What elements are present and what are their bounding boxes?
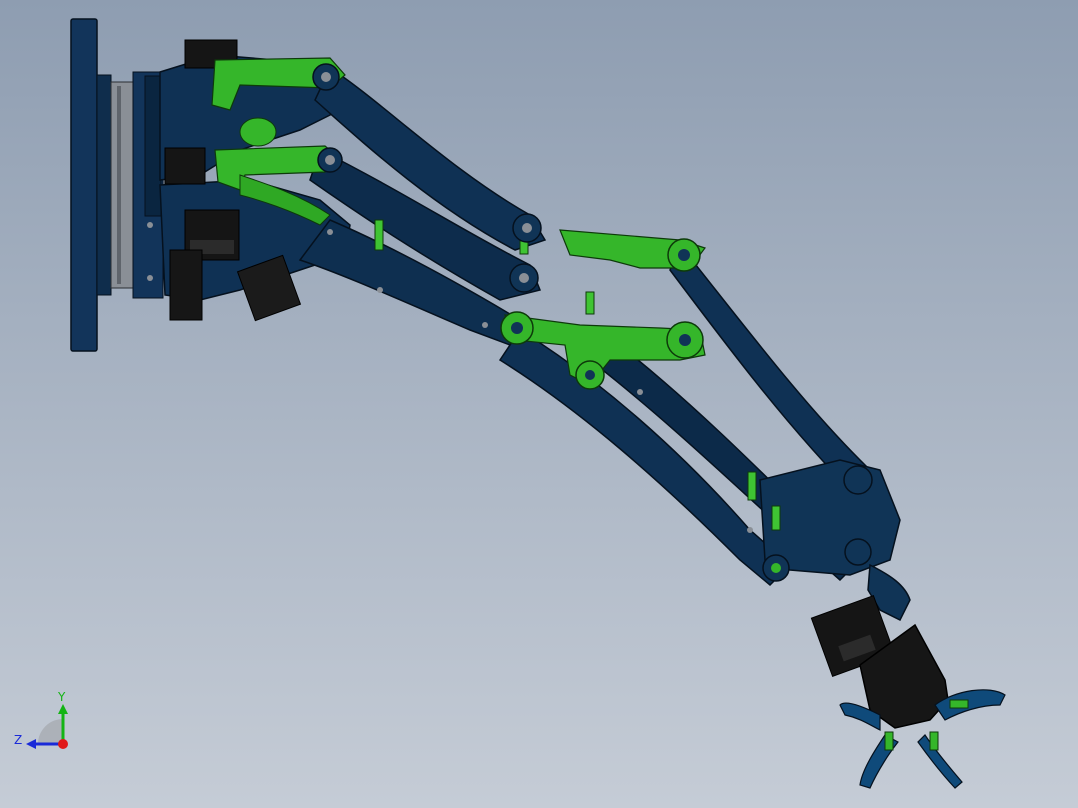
servo-shoulder-mid — [164, 147, 206, 185]
gripper-finger-bottom-right — [917, 734, 963, 789]
bearing-ring — [110, 81, 134, 289]
triad-x-axis — [58, 739, 68, 749]
linkage-cylinder — [239, 117, 277, 147]
pin-3 — [585, 291, 595, 315]
joint-wrist-top — [843, 465, 873, 495]
triad-y-label: Y — [57, 690, 66, 704]
wrist-gripper[interactable] — [810, 563, 1006, 789]
forearm[interactable] — [498, 243, 901, 587]
base-turntable[interactable] — [70, 18, 164, 352]
graphics-viewport[interactable]: Y Z — [0, 0, 1078, 808]
robot-arm-model[interactable]: Y Z — [0, 0, 1078, 808]
base-flange — [96, 74, 112, 296]
triad-arc — [38, 719, 63, 744]
gripper-link-green-2 — [929, 731, 939, 751]
orientation-triad[interactable]: Y Z — [14, 690, 68, 749]
bearing-inner — [117, 86, 121, 284]
gripper-link-green-3 — [949, 699, 969, 709]
base-plate — [70, 18, 98, 352]
triad-y-arrow — [58, 704, 68, 714]
pin-4 — [747, 471, 757, 501]
pin-1 — [374, 219, 384, 251]
joint-wrist-bottom — [844, 538, 872, 566]
triad-z-arrow — [26, 739, 36, 749]
servo-base-side — [169, 249, 203, 321]
base-collar — [144, 75, 162, 217]
triad-z-label: Z — [14, 733, 22, 747]
pin-5 — [771, 505, 781, 531]
upper-arm[interactable] — [298, 66, 547, 346]
gripper-link-green-1 — [884, 731, 894, 751]
